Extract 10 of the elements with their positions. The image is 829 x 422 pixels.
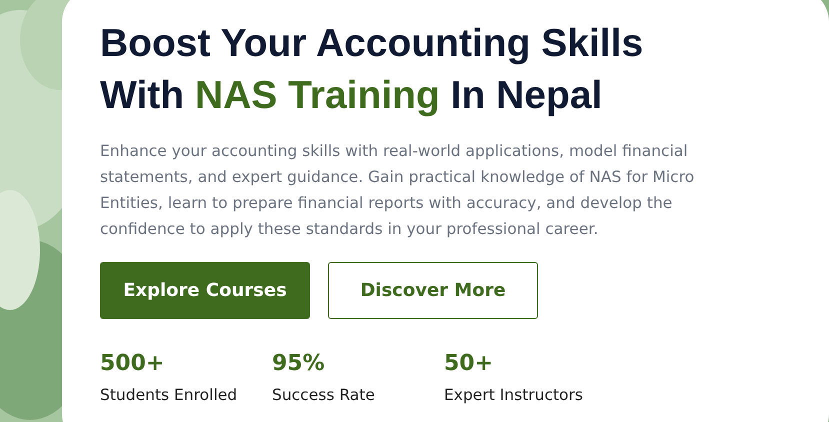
stat-label: Expert Instructors [444, 386, 583, 404]
explore-button[interactable]: Explore Courses [100, 262, 310, 319]
stat-label: Success Rate [272, 386, 375, 404]
stat-label: Students Enrolled [100, 386, 238, 404]
hero-description: Enhance your accounting skills with real-world applications, model financial statements, and expert guidance. Gain practical knowledge of NAS for Micro Entities, learn to prepare financial reports with accuracy, and develop the confidence to apply these standards in your professional career. [100, 141, 696, 240]
stat-value: 500+ [100, 351, 164, 376]
stat-value: 50+ [444, 351, 494, 376]
discover-button[interactable]: Discover More [328, 262, 538, 319]
hero-heading: Boost Your Accounting Skills With NAS Training In Nepal [100, 21, 644, 119]
stat-value: 95% [272, 351, 325, 376]
